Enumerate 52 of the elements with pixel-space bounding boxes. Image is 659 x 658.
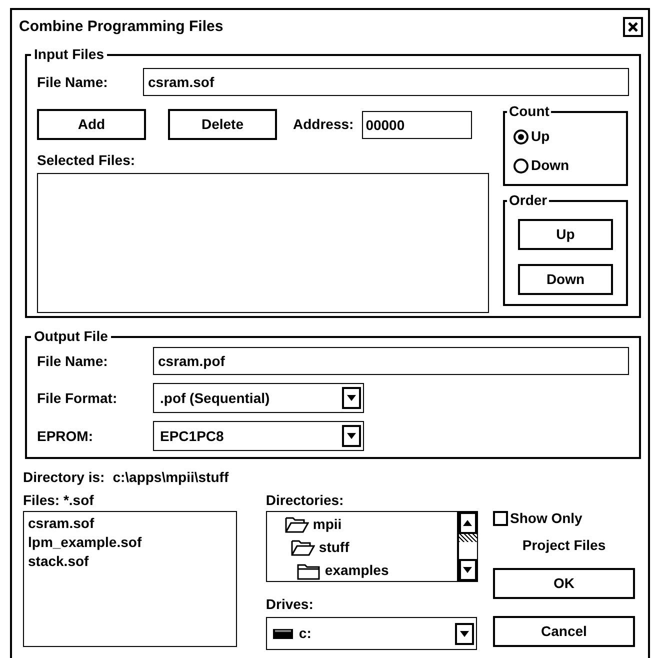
- radio-option[interactable]: Down: [513, 151, 570, 180]
- field-label: File Name:: [37, 352, 109, 370]
- dialog-button[interactable]: Up: [518, 219, 613, 250]
- dialog-button[interactable]: Delete: [168, 109, 277, 140]
- folder-icon: [296, 562, 321, 580]
- group-label: Output File: [33, 327, 109, 346]
- file-item[interactable]: lpm_example.sof: [28, 533, 142, 552]
- directory-item[interactable]: examples: [296, 559, 389, 581]
- scroll-up-icon[interactable]: [458, 512, 477, 534]
- radio-icon[interactable]: [513, 158, 529, 174]
- field-label: File Format:: [37, 388, 118, 408]
- field-label: Selected Files:: [37, 151, 136, 170]
- input-field[interactable]: csram.pof: [153, 347, 629, 375]
- open-folder-icon: [290, 538, 315, 556]
- drives-dropdown[interactable]: c:: [266, 617, 477, 650]
- directory-path: c:\apps\mpii\stuff: [112, 468, 229, 487]
- field-label: Directory is:: [23, 468, 105, 487]
- directory-item[interactable]: mpii: [284, 513, 342, 536]
- drive-label: c:: [298, 624, 312, 643]
- input-field[interactable]: csram.sof: [143, 68, 629, 96]
- group-label: Order: [508, 191, 548, 210]
- show-only-checkbox[interactable]: Show Only: [493, 508, 582, 529]
- field-label: EPROM:: [37, 426, 94, 446]
- close-icon[interactable]: [623, 17, 643, 37]
- field-label: File Name:: [37, 72, 109, 92]
- dialog-button[interactable]: Add: [37, 109, 146, 140]
- field-label: Drives:: [266, 595, 314, 614]
- radio-icon[interactable]: [513, 128, 529, 144]
- file-item[interactable]: stack.sof: [28, 552, 89, 571]
- window-title: Combine Programming Files: [19, 16, 224, 37]
- file-item[interactable]: csram.sof: [28, 514, 94, 533]
- group-label: Input Files: [33, 45, 105, 64]
- scroll-thumb[interactable]: [458, 534, 477, 542]
- directories-list[interactable]: mpii stuff examples: [266, 511, 478, 582]
- eprom-dropdown[interactable]: EPC1PC8: [153, 421, 364, 451]
- address-field[interactable]: 00000: [362, 110, 472, 138]
- scroll-down-icon[interactable]: [458, 559, 477, 581]
- scrollbar[interactable]: [456, 512, 477, 581]
- dialog-button[interactable]: OK: [493, 568, 635, 599]
- group-label: Count: [508, 102, 550, 121]
- field-label: Address:: [293, 115, 354, 134]
- radio-option[interactable]: Up: [513, 122, 550, 151]
- field-label: Files: *.sof: [23, 491, 95, 510]
- directory-item[interactable]: stuff: [290, 536, 350, 559]
- files-list[interactable]: csram.sof lpm_example.sof stack.sof: [23, 511, 237, 647]
- field-label: Directories:: [266, 491, 345, 510]
- drive-icon: [272, 628, 293, 638]
- checkbox-label: Project Files: [522, 536, 606, 555]
- open-folder-icon: [284, 516, 309, 534]
- dialog-button[interactable]: Down: [518, 264, 613, 295]
- file-format-dropdown[interactable]: .pof (Sequential): [153, 383, 364, 413]
- dialog-button[interactable]: Cancel: [493, 616, 635, 647]
